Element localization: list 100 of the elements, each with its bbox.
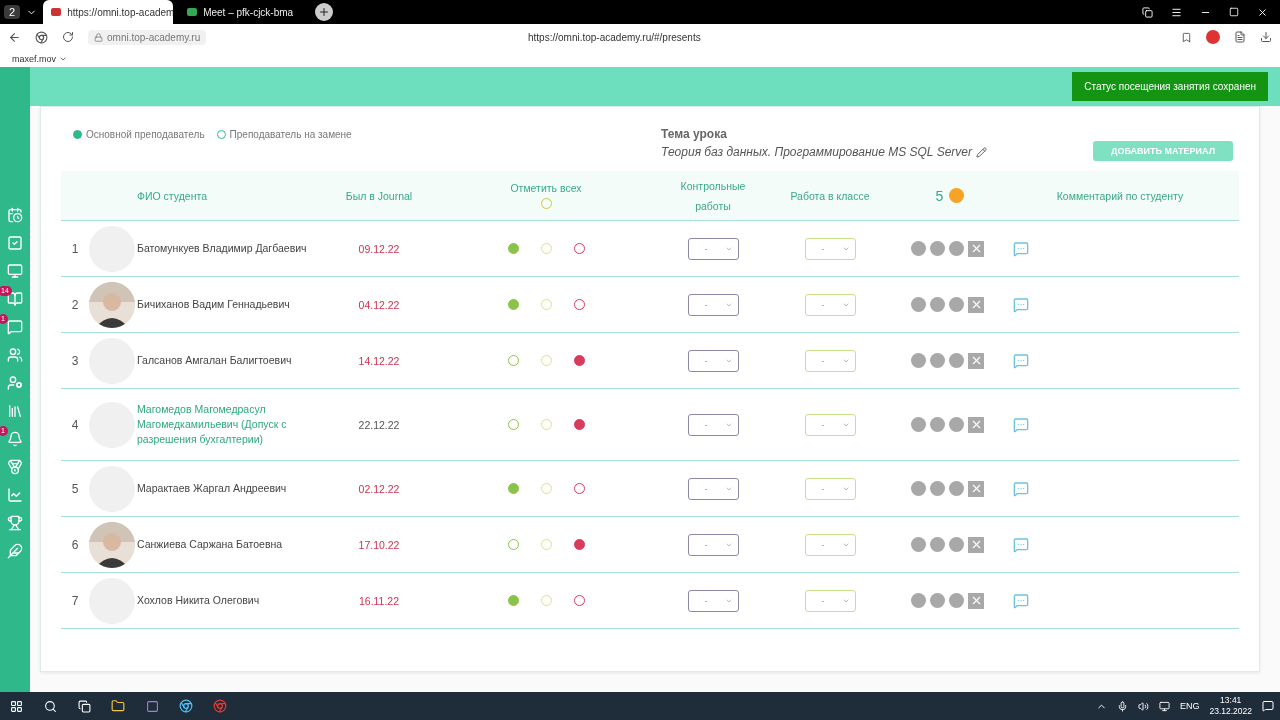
test-select[interactable]: - (687, 477, 739, 500)
coin-icon[interactable] (949, 593, 964, 608)
coin-icon[interactable] (930, 593, 945, 608)
browser-logo-icon[interactable] (35, 30, 48, 44)
volume-icon[interactable] (1137, 700, 1149, 712)
coin-icon[interactable] (911, 481, 926, 496)
bookmark-item[interactable]: maxef.mov (12, 53, 56, 64)
coin-icon[interactable] (949, 297, 964, 312)
test-select[interactable]: - (687, 349, 739, 372)
classwork-select[interactable]: - (804, 293, 856, 316)
bell-icon[interactable] (7, 431, 23, 447)
coin-icon[interactable] (949, 537, 964, 552)
row-number: 1 (70, 241, 80, 256)
attendance-radio[interactable] (573, 539, 585, 550)
column-header: ФИО студента (137, 188, 208, 204)
student-name: Галсанов Амгалан Балигтоевич (137, 353, 293, 368)
classwork-select[interactable]: - (804, 413, 856, 436)
coin-icon[interactable] (930, 537, 945, 552)
test-select[interactable]: - (687, 589, 739, 612)
column-header: Был в Journal (344, 188, 414, 204)
edit-icon[interactable] (976, 146, 987, 158)
book-icon[interactable] (7, 291, 23, 307)
coin-icon[interactable] (949, 481, 964, 496)
column-header: Комментарий по студенту (1055, 188, 1185, 204)
maximize-icon[interactable] (1229, 6, 1239, 17)
checkbox-icon[interactable] (7, 235, 23, 251)
chart-icon[interactable] (7, 487, 23, 503)
date-cell-text: 17.10.22 (357, 538, 401, 551)
coin-icon[interactable] (930, 353, 945, 368)
date-cell-text: 22.12.22 (357, 418, 401, 431)
test-select[interactable]: - (687, 237, 739, 260)
attendance-radio[interactable] (507, 243, 519, 254)
coin-icon[interactable] (911, 417, 926, 432)
attendance-radio[interactable] (507, 299, 519, 310)
network-icon[interactable] (1158, 700, 1170, 712)
bookmark-icon[interactable] (1181, 31, 1192, 43)
test-select[interactable]: - (687, 413, 739, 436)
attendance-radio[interactable] (507, 483, 519, 494)
toast-message: Статус посещения занятия сохранен (1072, 72, 1268, 101)
users-icon[interactable] (7, 347, 23, 363)
student-name: Санжиева Саржана Батоевна (137, 537, 284, 552)
row-number: 3 (70, 353, 80, 368)
coin-icon[interactable] (911, 241, 926, 256)
student-name: Батомункуев Владимир Дагбаевич (137, 241, 308, 256)
classwork-select[interactable]: - (804, 477, 856, 500)
download-icon[interactable] (1260, 31, 1272, 43)
browser-tab[interactable]: Meet – pfk-cjck-bma (179, 0, 310, 24)
user-gear-icon[interactable] (7, 375, 23, 391)
date-cell-text: 16.11.22 (357, 594, 401, 607)
attendance-radio[interactable] (573, 419, 585, 430)
close-icon[interactable] (1257, 6, 1268, 18)
library-icon[interactable] (7, 403, 23, 419)
language-indicator[interactable]: ENG (1179, 701, 1200, 711)
notifications-icon[interactable] (1262, 700, 1274, 712)
coin-icon[interactable] (930, 241, 945, 256)
coin-icon[interactable] (949, 417, 964, 432)
menu-icon[interactable] (1171, 6, 1182, 18)
reload-icon[interactable] (62, 31, 74, 43)
feather-icon[interactable] (7, 543, 23, 559)
document-icon[interactable] (1234, 31, 1246, 43)
coin-icon[interactable] (911, 353, 926, 368)
row-number: 5 (70, 481, 80, 496)
browser-tab[interactable]: https://omni.top-academ (43, 0, 174, 24)
coin-icon[interactable] (949, 353, 964, 368)
classwork-select[interactable]: - (804, 533, 856, 556)
microphone-icon[interactable] (1116, 700, 1128, 712)
coin-icon[interactable] (930, 297, 945, 312)
coin-icon[interactable] (930, 417, 945, 432)
classwork-select[interactable]: - (804, 237, 856, 260)
column-header: Работа в классе (789, 188, 871, 204)
collections-icon[interactable] (1142, 6, 1153, 18)
new-tab-button[interactable] (315, 3, 334, 21)
page-url: https://omni.top-academy.ru/#/presents (528, 31, 701, 43)
adblock-icon[interactable] (1206, 30, 1220, 44)
coin-icon[interactable] (911, 593, 926, 608)
trophy-icon[interactable] (7, 515, 23, 531)
legend-label: Преподаватель на замене (229, 129, 352, 140)
test-select[interactable]: - (687, 533, 739, 556)
student-name[interactable]: Магомедов Магомедрасул Магомедкамильевич (Допуск с разрешения бухгалтерии) (137, 402, 331, 447)
attendance-radio[interactable] (573, 355, 585, 366)
topic-label: Тема урока (661, 127, 728, 141)
coin-icon[interactable] (949, 241, 964, 256)
medal-icon[interactable] (7, 459, 23, 475)
calendar-icon[interactable] (7, 207, 23, 223)
clock[interactable]: 13:41 23.12.2022 (1209, 695, 1252, 717)
row-number: 7 (70, 593, 80, 608)
tab-count[interactable]: 2 (4, 5, 21, 19)
chat-icon[interactable] (7, 319, 23, 335)
back-icon[interactable] (8, 30, 21, 44)
coin-icon[interactable] (911, 297, 926, 312)
add-material-button[interactable]: ДОБАВИТЬ МАТЕРИАЛ (1093, 141, 1233, 161)
classwork-select[interactable]: - (804, 349, 856, 372)
test-select[interactable]: - (687, 293, 739, 316)
column-header: Контрольные работы (679, 178, 747, 214)
attendance-radio[interactable] (507, 595, 519, 606)
coin-icon[interactable] (930, 481, 945, 496)
monitor-icon[interactable] (7, 263, 23, 279)
coin-icon[interactable] (911, 537, 926, 552)
classwork-select[interactable]: - (804, 589, 856, 612)
date-cell-text: 02.12.22 (357, 482, 401, 495)
